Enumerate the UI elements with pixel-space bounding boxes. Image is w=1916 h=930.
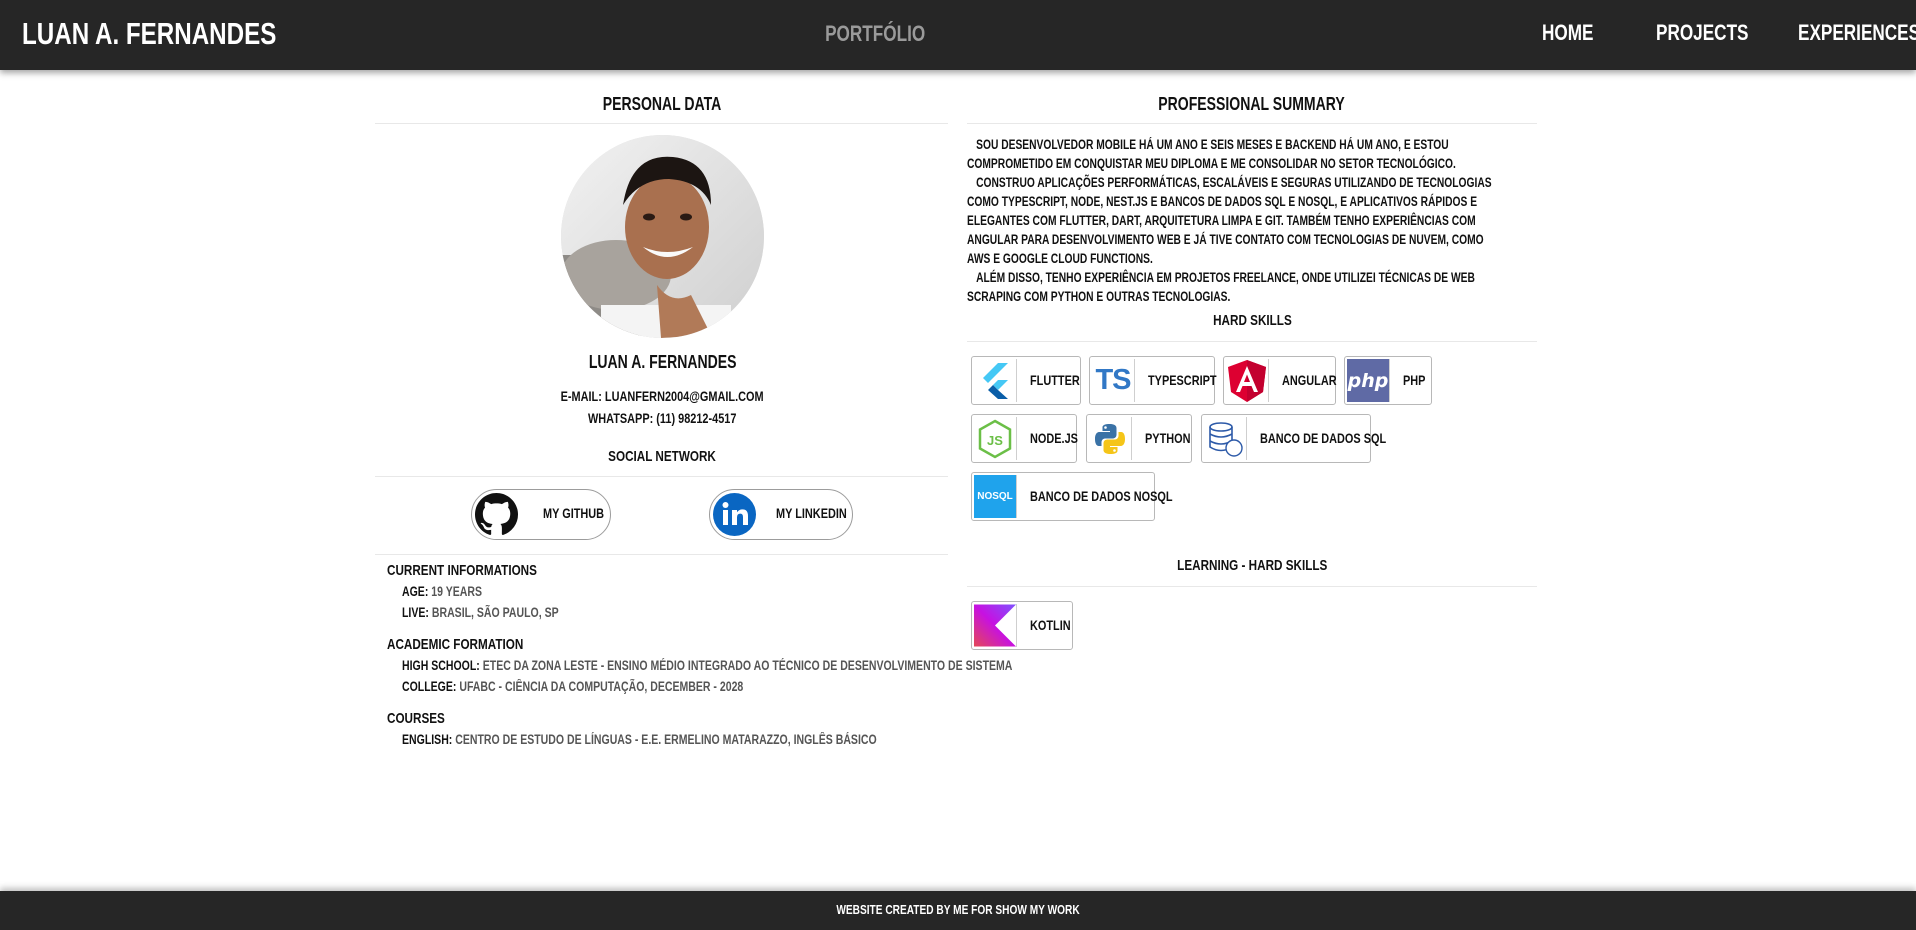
summary-paragraph: ALÉM DISSO, TENHO EXPERIÊNCIA EM PROJETO… xyxy=(967,270,1475,304)
summary-paragraph: CONSTRUO APLICAÇÕES PERFORMÁTICAS, ESCAL… xyxy=(967,175,1492,266)
linkedin-icon xyxy=(713,493,756,536)
divider xyxy=(375,554,948,555)
flutter-icon xyxy=(974,359,1017,402)
linkedin-button[interactable]: MY LINKEDIN xyxy=(709,489,853,540)
typescript-icon: TS xyxy=(1092,359,1135,402)
linkedin-label: MY LINKEDIN xyxy=(776,505,847,521)
skill-nosql: NOSQL BANCO DE DADOS NOSQL xyxy=(971,472,1173,521)
github-label: MY GITHUB xyxy=(543,505,605,521)
academic-title: ACADEMIC FORMATION xyxy=(387,636,524,653)
skill-typescript: TS TYPESCRIPT xyxy=(1089,356,1217,405)
divider xyxy=(375,476,948,477)
nodejs-icon: JS xyxy=(974,417,1017,460)
email-text[interactable]: E-MAIL: LUANFERN2004@GMAIL.COM xyxy=(375,388,950,404)
footer-text: WEBSITE CREATED BY ME FOR SHOW MY WORK xyxy=(836,902,1080,917)
skill-label: TYPESCRIPT xyxy=(1148,372,1217,388)
divider xyxy=(967,341,1537,342)
skill-nodejs: JS NODE.JS xyxy=(971,414,1078,463)
live-line: LIVE: BRASIL, SÃO PAULO, SP xyxy=(402,605,559,620)
social-network-title: SOCIAL NETWORK xyxy=(608,448,717,465)
nav-home-link[interactable]: HOME xyxy=(1542,20,1608,46)
skill-label: BANCO DE DADOS NOSQL xyxy=(1030,488,1173,504)
personal-data-title: PERSONAL DATA xyxy=(603,94,722,114)
skill-label: PYTHON xyxy=(1145,430,1191,446)
skill-angular: ANGULAR xyxy=(1223,356,1337,405)
github-icon xyxy=(475,493,518,536)
skill-kotlin: KOTLIN xyxy=(971,601,1073,650)
college-line: COLLEGE: UFABC - CIÊNCIA DA COMPUTAÇÃO, … xyxy=(402,679,744,694)
kotlin-icon xyxy=(974,604,1017,647)
whatsapp-text[interactable]: WHATSAPP: (11) 98212-4517 xyxy=(375,410,950,426)
svg-text:JS: JS xyxy=(987,433,1003,448)
page-title: PORTFÓLIO xyxy=(824,21,926,46)
professional-summary-title: PROFESSIONAL SUMMARY xyxy=(1158,94,1346,114)
divider xyxy=(967,123,1537,124)
divider xyxy=(375,123,948,124)
skill-python: PYTHON xyxy=(1086,414,1192,463)
high-school-line: HIGH SCHOOL: ETEC DA ZONA LESTE - ENSINO… xyxy=(402,658,1013,673)
avatar xyxy=(561,135,764,338)
nosql-icon: NOSQL xyxy=(974,475,1017,518)
hard-skills-title: HARD SKILLS xyxy=(1212,312,1292,329)
skill-label: ANGULAR xyxy=(1282,372,1337,388)
divider xyxy=(967,586,1537,587)
skill-sql: BANCO DE DADOS SQL xyxy=(1201,414,1386,463)
skill-label: PHP xyxy=(1403,372,1426,388)
angular-icon xyxy=(1226,359,1269,402)
courses-title: COURSES xyxy=(387,710,445,727)
skill-label: BANCO DE DADOS SQL xyxy=(1260,430,1387,446)
footer: WEBSITE CREATED BY ME FOR SHOW MY WORK xyxy=(0,891,1916,930)
professional-summary-text: SOU DESENVOLVEDOR MOBILE HÁ UM ANO E SEI… xyxy=(967,135,1499,306)
profile-name: LUAN A. FERNANDES xyxy=(588,352,737,372)
nav-experiences-link[interactable]: EXPERIENCES xyxy=(1798,20,1916,46)
english-course-line: ENGLISH: CENTRO DE ESTUDO DE LÍNGUAS - E… xyxy=(402,732,877,747)
php-icon: php xyxy=(1347,359,1390,402)
skill-label: NODE.JS xyxy=(1030,430,1078,446)
age-line: AGE: 19 YEARS xyxy=(402,584,482,599)
skill-flutter: FLUTTER xyxy=(971,356,1081,405)
skill-label: KOTLIN xyxy=(1030,617,1071,633)
top-navbar: LUAN A. FERNANDES PORTFÓLIO HOME PROJECT… xyxy=(0,0,1916,70)
learning-skills-title: LEARNING - HARD SKILLS xyxy=(1176,557,1328,574)
github-button[interactable]: MY GITHUB xyxy=(471,489,611,540)
profile-photo xyxy=(561,135,764,338)
nav-projects-link[interactable]: PROJECTS xyxy=(1656,20,1775,46)
skill-php: php PHP xyxy=(1344,356,1432,405)
skill-label: FLUTTER xyxy=(1030,372,1080,388)
python-icon xyxy=(1089,417,1132,460)
summary-paragraph: SOU DESENVOLVEDOR MOBILE HÁ UM ANO E SEI… xyxy=(967,137,1456,171)
current-info-title: CURRENT INFORMATIONS xyxy=(387,562,537,579)
sql-database-icon xyxy=(1204,417,1247,460)
